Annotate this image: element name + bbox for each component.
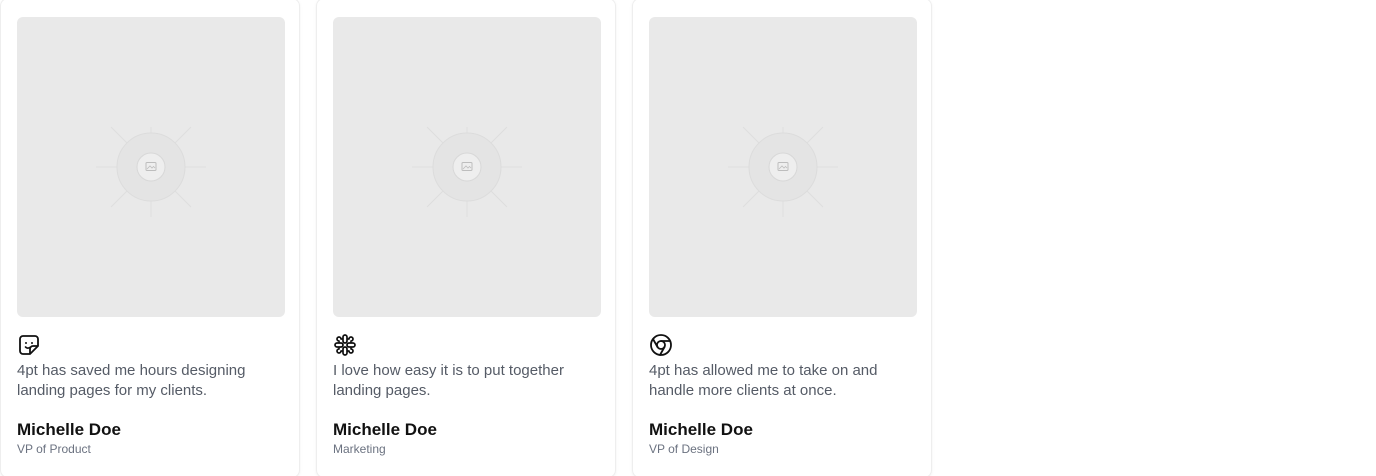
image-placeholder — [333, 17, 601, 317]
testimonial-author-name: Michelle Doe — [649, 420, 753, 439]
testimonial-author-role: VP of Design — [649, 442, 719, 456]
testimonial-author-role: Marketing — [333, 442, 386, 456]
image-placeholder-icon — [96, 126, 206, 217]
testimonials-grid: 4pt has saved me hours designing landing… — [0, 0, 1376, 476]
chrome-logo-icon — [650, 334, 672, 356]
testimonial-author-name: Michelle Doe — [17, 420, 121, 439]
image-placeholder-icon — [728, 126, 838, 217]
image-placeholder — [17, 17, 285, 317]
testimonial-author-name: Michelle Doe — [333, 420, 437, 439]
testimonial-card: 4pt has allowed me to take on and handle… — [632, 0, 932, 476]
testimonial-quote: I love how easy it is to put together la… — [333, 362, 564, 399]
testimonial-card: I love how easy it is to put together la… — [316, 0, 616, 476]
smiley-sticker-icon — [19, 335, 39, 355]
image-placeholder-icon — [412, 126, 522, 217]
testimonial-author-role: VP of Product — [17, 442, 91, 456]
testimonial-quote: 4pt has allowed me to take on and handle… — [649, 362, 878, 399]
testimonial-card: 4pt has saved me hours designing landing… — [0, 0, 300, 476]
image-placeholder — [649, 17, 917, 317]
testimonial-quote: 4pt has saved me hours designing landing… — [17, 362, 246, 399]
slack-logo-icon — [334, 334, 356, 356]
